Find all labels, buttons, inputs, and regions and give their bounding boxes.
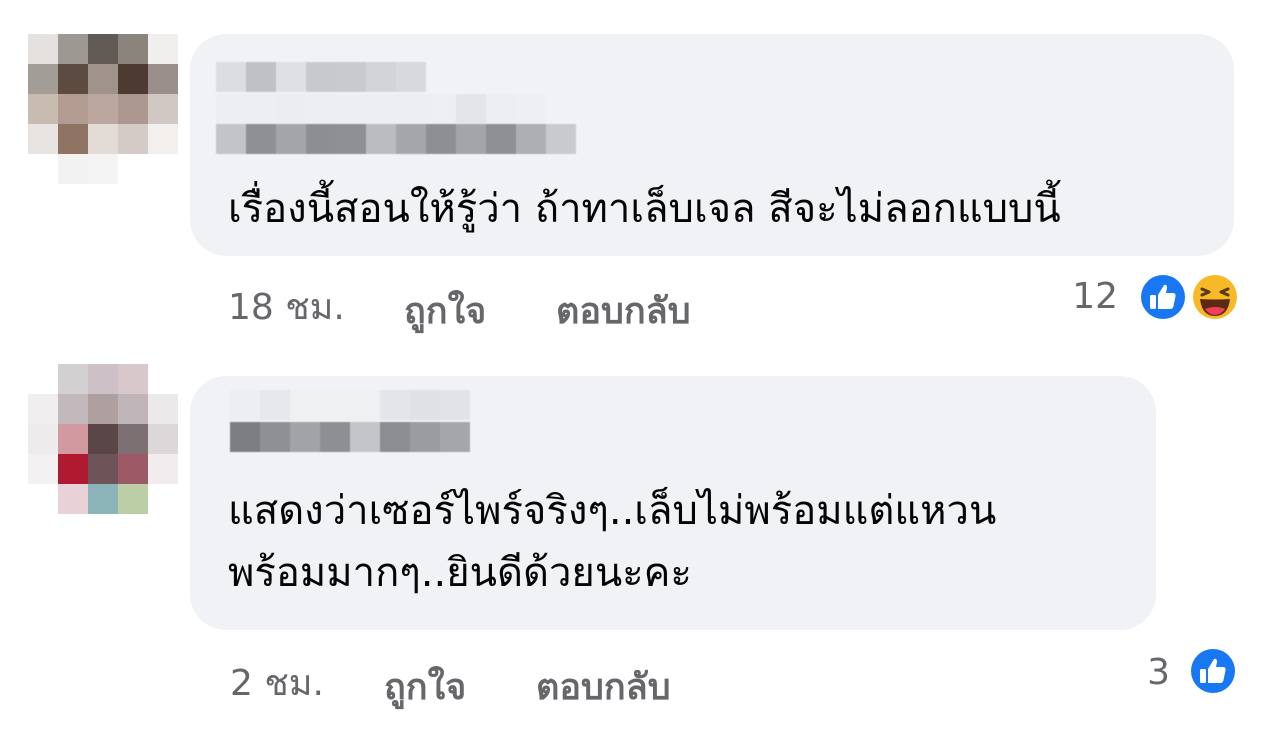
- avatar[interactable]: [28, 364, 178, 514]
- reaction-count[interactable]: 3: [1147, 652, 1170, 693]
- like-button[interactable]: ถูกใจ: [384, 658, 466, 715]
- comment-text-line: พร้อมมากๆ..ยินดีด้วยนะคะ: [228, 550, 692, 596]
- avatar[interactable]: [28, 34, 178, 184]
- comment-timestamp[interactable]: 18 ชม.: [228, 278, 345, 335]
- comment-text-line: เรื่องนี้สอนให้รู้ว่า ถ้าทาเล็บเจล สีจะไ…: [228, 186, 1061, 232]
- comment-text: แสดงว่าเซอร์ไพร์จริงๆ..เล็บไม่พร้อมแต่แห…: [228, 480, 996, 604]
- like-button[interactable]: ถูกใจ: [404, 282, 486, 339]
- comment-text-line: แสดงว่าเซอร์ไพร์จริงๆ..เล็บไม่พร้อมแต่แห…: [228, 488, 997, 534]
- reaction-count[interactable]: 12: [1072, 276, 1118, 317]
- reply-button[interactable]: ตอบกลับ: [536, 658, 671, 715]
- comment-item: เรื่องนี้สอนให้รู้ว่า ถ้าทาเล็บเจล สีจะไ…: [0, 0, 1280, 360]
- haha-icon[interactable]: [1190, 272, 1240, 322]
- comment-text: เรื่องนี้สอนให้รู้ว่า ถ้าทาเล็บเจล สีจะไ…: [228, 178, 1061, 240]
- like-icon[interactable]: [1188, 646, 1238, 696]
- commenter-name-line[interactable]: [216, 124, 576, 154]
- reply-button[interactable]: ตอบกลับ: [556, 282, 691, 339]
- commenter-name[interactable]: [230, 422, 470, 452]
- commenter-name-line[interactable]: [230, 390, 470, 420]
- like-icon[interactable]: [1138, 272, 1188, 322]
- comment-item: แสดงว่าเซอร์ไพร์จริงๆ..เล็บไม่พร้อมแต่แห…: [0, 360, 1280, 734]
- comment-timestamp[interactable]: 2 ชม.: [230, 654, 324, 711]
- commenter-name-line[interactable]: [216, 94, 546, 124]
- commenter-name[interactable]: [216, 62, 426, 92]
